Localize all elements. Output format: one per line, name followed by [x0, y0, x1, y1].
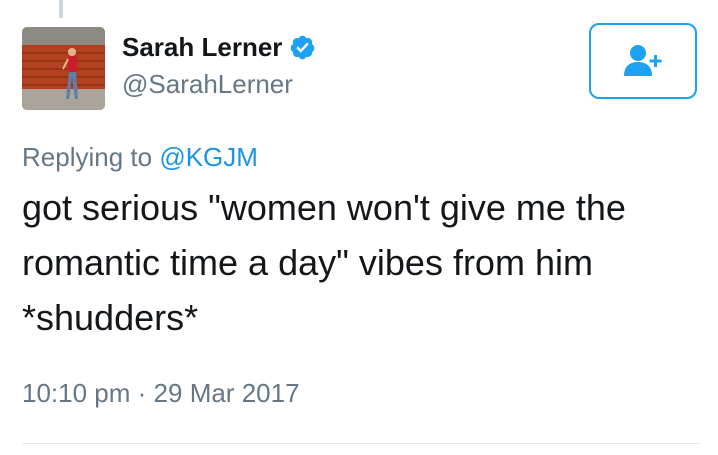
display-name-row: Sarah Lerner: [122, 30, 316, 64]
user-handle[interactable]: @SarahLerner: [122, 67, 293, 101]
tweet-line: *shudders*: [22, 297, 199, 338]
meta-separator: ·: [137, 378, 147, 408]
tweet-line: got serious "women won't give me the: [22, 187, 626, 228]
tweet-date[interactable]: 29 Mar 2017: [154, 378, 300, 408]
avatar[interactable]: [22, 27, 105, 110]
verified-badge-icon: [291, 35, 315, 59]
display-name[interactable]: Sarah Lerner: [122, 30, 282, 64]
tweet-line: romantic time a day" vibes from him: [22, 242, 593, 283]
follow-button[interactable]: [589, 23, 697, 99]
tweet-meta: 10:10 pm · 29 Mar 2017: [22, 376, 300, 410]
reply-mention-link[interactable]: @KGJM: [159, 142, 258, 172]
tweet-text: got serious "women won't give me the rom…: [22, 180, 702, 345]
thread-line: [59, 0, 63, 18]
tweet-time[interactable]: 10:10 pm: [22, 378, 130, 408]
reply-prefix: Replying to: [22, 142, 153, 172]
profile-photo-icon: [22, 27, 105, 110]
divider: [22, 443, 700, 444]
add-user-icon: [624, 45, 662, 76]
reply-context: Replying to @KGJM: [22, 140, 258, 174]
